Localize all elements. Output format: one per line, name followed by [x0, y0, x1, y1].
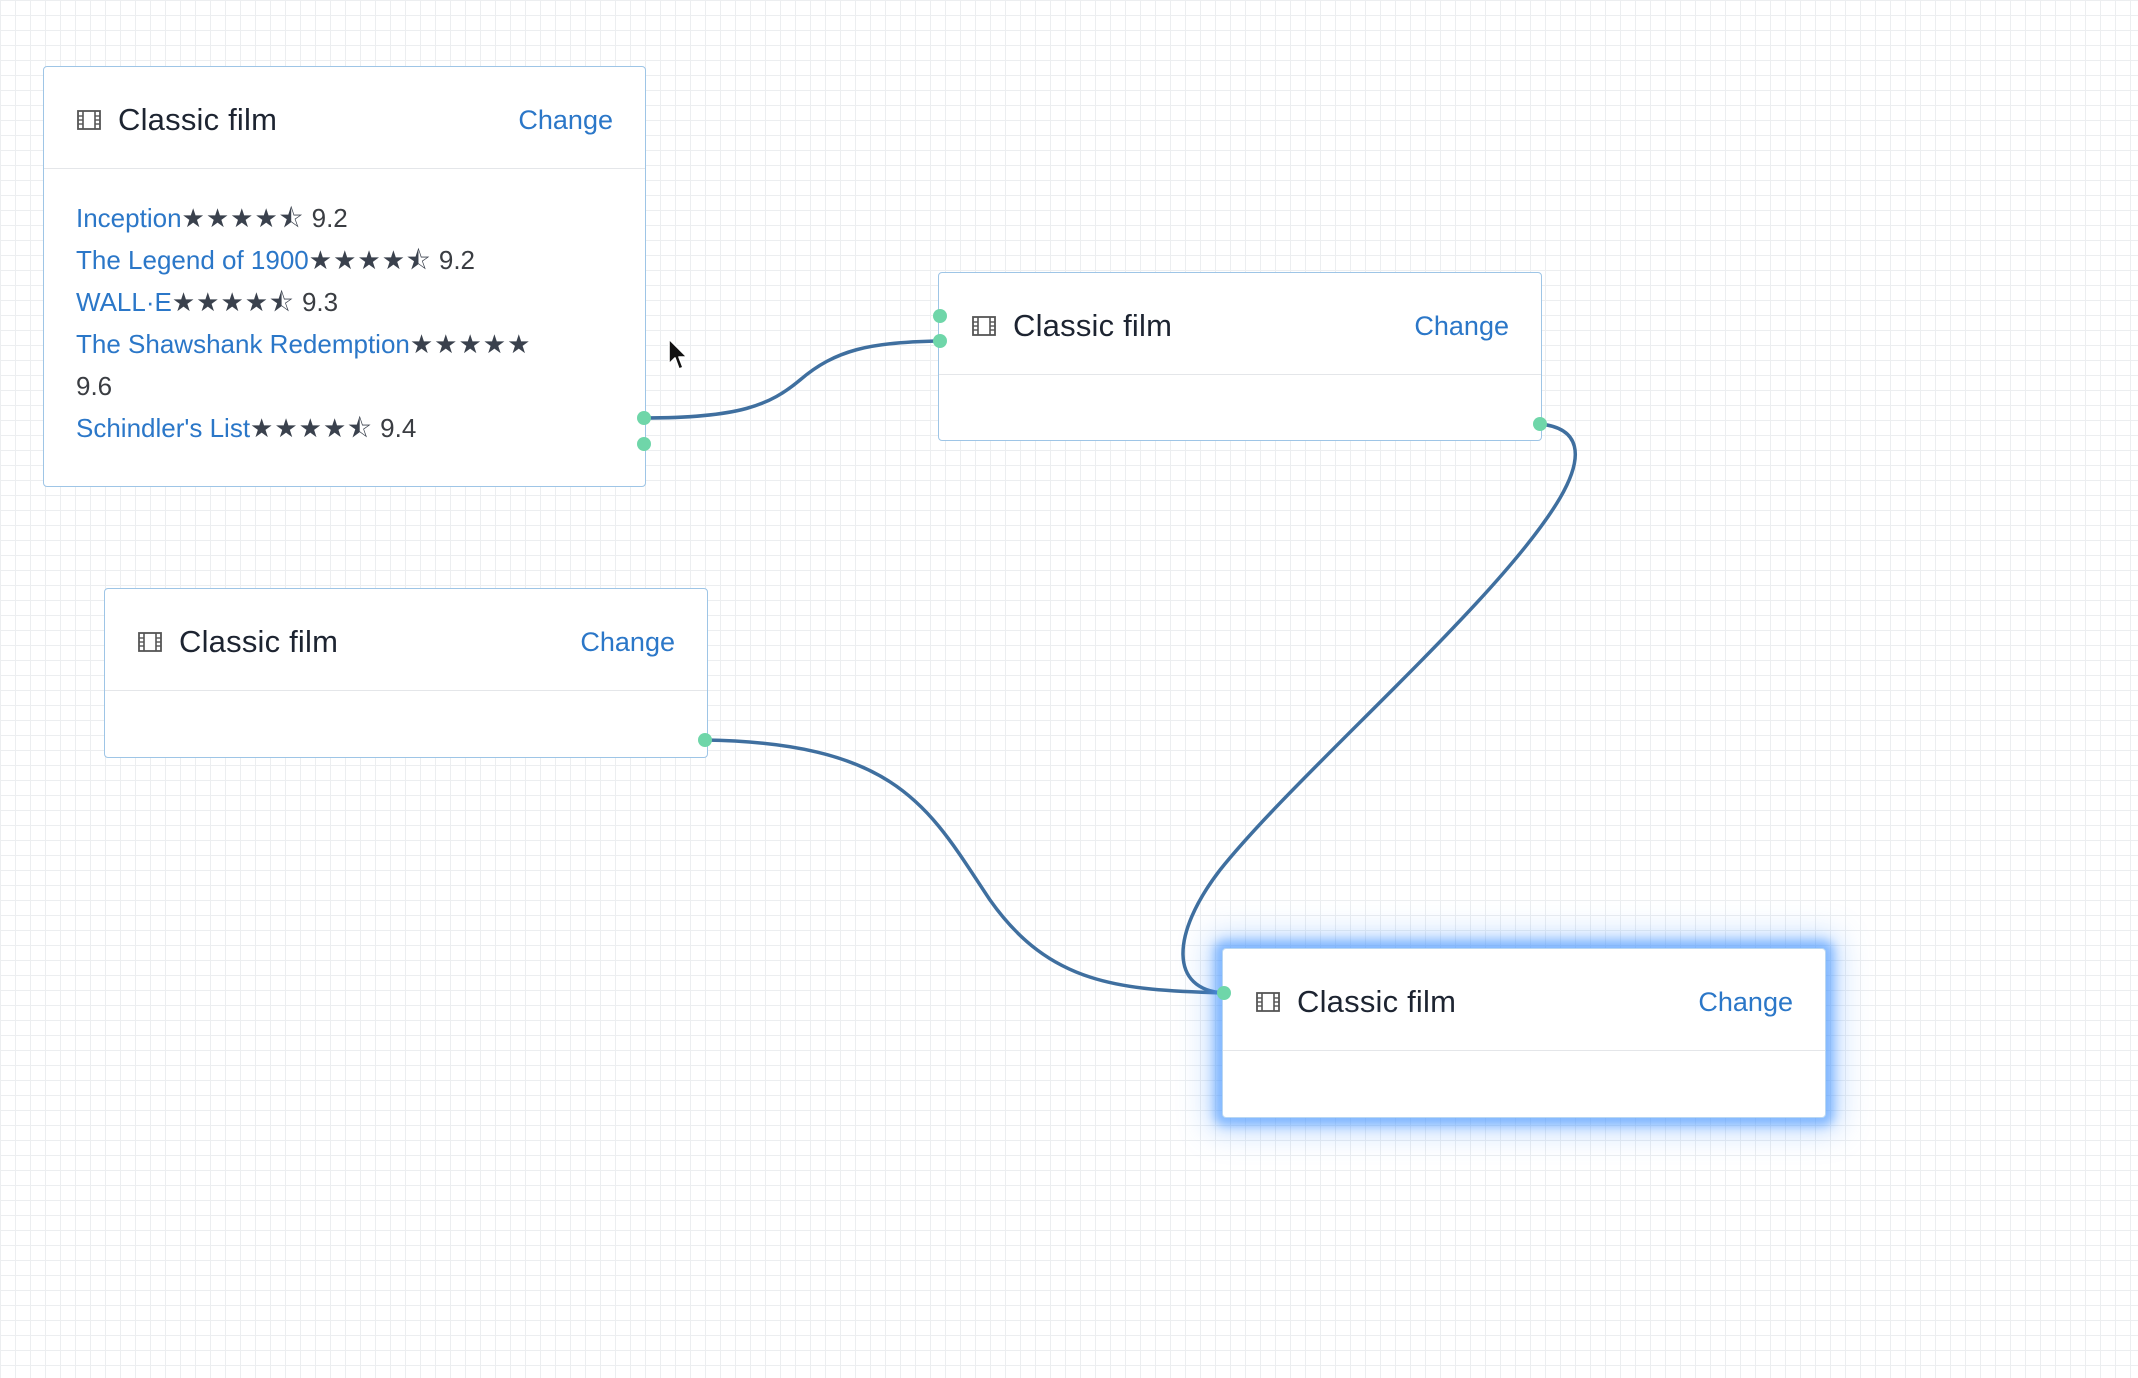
star-rating-icon: ★★★★⯪ [181, 203, 305, 233]
film-rating: 9.4 [380, 413, 417, 443]
node-header: Classic film Change [44, 67, 645, 169]
star-rating-icon: ★★★★★ [409, 329, 532, 359]
flow-canvas[interactable]: Classic film Change Inception★★★★⯪ 9.2 T… [0, 0, 2138, 1378]
node-title: Classic film [1013, 308, 1173, 343]
film-link[interactable]: Inception [76, 203, 182, 233]
output-port[interactable] [637, 411, 651, 425]
change-button[interactable]: Change [580, 623, 675, 661]
film-rating: 9.2 [438, 245, 476, 275]
list-item: The Shawshank Redemption★★★★★ 9.6 [76, 323, 616, 407]
film-node-2[interactable]: Classic film Change [938, 272, 1542, 441]
node-header: Classic film Change [1223, 949, 1825, 1051]
film-node-1[interactable]: Classic film Change Inception★★★★⯪ 9.2 T… [43, 66, 646, 487]
film-link[interactable]: WALL·E [76, 287, 172, 317]
change-button[interactable]: Change [1414, 307, 1509, 345]
star-rating-icon: ★★★★⯪ [171, 287, 295, 317]
mouse-pointer-icon [668, 338, 688, 370]
film-rating: 9.3 [301, 287, 339, 317]
film-link[interactable]: The Legend of 1900 [76, 245, 309, 275]
list-item: WALL·E★★★★⯪ 9.3 [76, 281, 616, 323]
node-title: Classic film [179, 624, 339, 659]
film-node-4[interactable]: Classic film Change [1222, 948, 1826, 1118]
film-rating: 9.2 [311, 203, 348, 233]
film-list: Inception★★★★⯪ 9.2 The Legend of 1900★★★… [76, 197, 616, 449]
node-header: Classic film Change [939, 273, 1541, 375]
input-port[interactable] [933, 309, 947, 323]
star-rating-icon: ★★★★⯪ [308, 245, 432, 275]
film-link[interactable]: Schindler's List [76, 413, 250, 443]
input-port[interactable] [933, 334, 947, 348]
output-port[interactable] [1533, 417, 1547, 431]
film-icon [77, 110, 101, 130]
film-icon [972, 316, 996, 336]
film-icon [138, 632, 162, 652]
output-port[interactable] [637, 437, 651, 451]
node-header: Classic film Change [105, 589, 707, 691]
edge-node3-to-node4[interactable] [704, 738, 1225, 995]
list-item: Schindler's List★★★★⯪ 9.4 [76, 407, 616, 449]
film-node-3[interactable]: Classic film Change [104, 588, 708, 758]
node-title: Classic film [118, 102, 278, 137]
input-port[interactable] [1217, 986, 1231, 1000]
list-item: The Legend of 1900★★★★⯪ 9.2 [76, 239, 616, 281]
change-button[interactable]: Change [1698, 983, 1793, 1021]
edge-node2-to-node4[interactable] [1181, 422, 1577, 995]
star-rating-icon: ★★★★⯪ [250, 413, 373, 443]
film-icon [1256, 992, 1280, 1012]
node-title: Classic film [1297, 984, 1457, 1019]
film-rating: 9.6 [76, 371, 113, 401]
change-button[interactable]: Change [518, 101, 613, 139]
output-port[interactable] [698, 733, 712, 747]
list-item: Inception★★★★⯪ 9.2 [76, 197, 616, 239]
film-link[interactable]: The Shawshank Redemption [76, 329, 410, 359]
